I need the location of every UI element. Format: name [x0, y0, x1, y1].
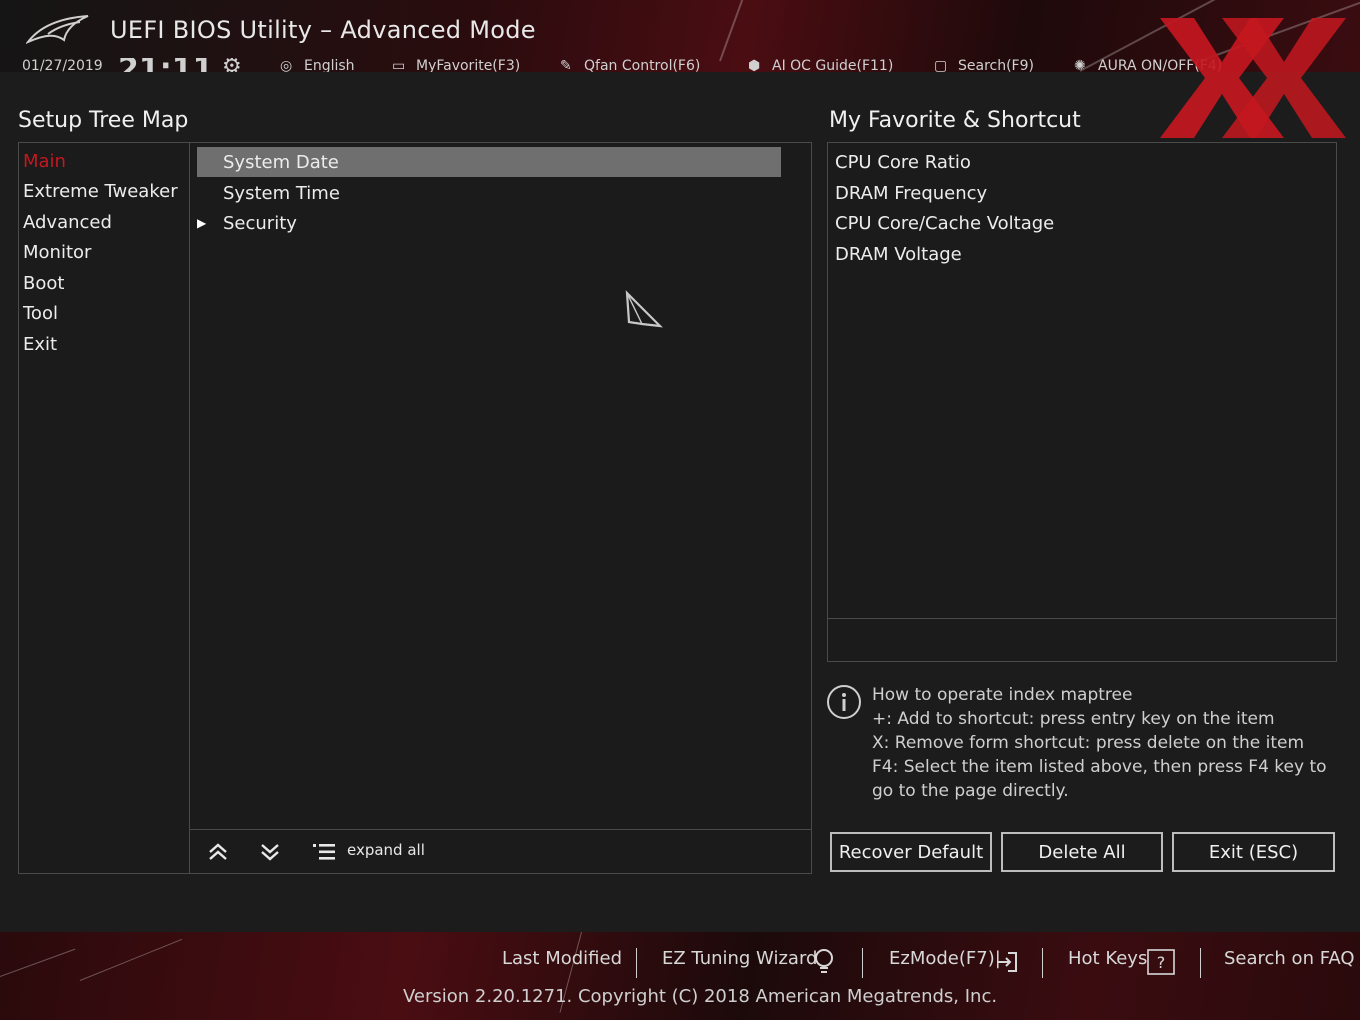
expand-down-icon[interactable]	[258, 840, 282, 864]
lightbulb-icon[interactable]	[812, 948, 836, 976]
exit-button[interactable]: Exit (ESC)	[1172, 832, 1335, 872]
subitem-system-time[interactable]: System Time	[223, 183, 340, 204]
hot-keys-button[interactable]: Hot Keys	[1068, 948, 1147, 969]
info-line: X: Remove form shortcut: press delete on…	[872, 733, 1305, 753]
my-favorite-button[interactable]: MyFavorite(F3)	[416, 58, 520, 72]
recover-default-button[interactable]: Recover Default	[830, 832, 992, 872]
exit-arrow-icon[interactable]	[996, 951, 1018, 973]
header-bar: UEFI BIOS Utility – Advanced Mode 01/27/…	[0, 0, 1360, 72]
header-streak	[719, 0, 776, 62]
bottom-separator	[1042, 948, 1043, 978]
delete-all-button[interactable]: Delete All	[1001, 832, 1163, 872]
search-icon: ▢	[934, 58, 948, 72]
last-modified-button[interactable]: Last Modified	[502, 948, 622, 969]
favorite-cpu-core-ratio[interactable]: CPU Core Ratio	[835, 152, 971, 173]
bottom-separator	[636, 948, 637, 978]
tree-menu-advanced[interactable]: Advanced	[23, 212, 112, 233]
info-line: go to the page directly.	[872, 781, 1069, 801]
language-button[interactable]: English	[304, 58, 355, 72]
header-toolbar: 01/27/2019 21:11 ⚙ ◎ English ▭ MyFavorit…	[22, 58, 1262, 72]
qfan-control-button[interactable]: Qfan Control(F6)	[584, 58, 700, 72]
help-question-icon[interactable]: ?	[1147, 949, 1175, 975]
subitem-system-date[interactable]: System Date	[223, 152, 339, 173]
mouse-cursor-icon	[625, 290, 663, 328]
favorites-title: My Favorite & Shortcut	[829, 108, 1081, 133]
tree-menu: Main Extreme Tweaker Advanced Monitor Bo…	[19, 143, 190, 873]
search-on-faq-button[interactable]: Search on FAQ	[1224, 948, 1355, 969]
date-display: 01/27/2019	[22, 58, 103, 72]
bottom-separator	[1200, 948, 1201, 978]
app-title: UEFI BIOS Utility – Advanced Mode	[110, 16, 536, 44]
favorite-dram-frequency[interactable]: DRAM Frequency	[835, 183, 987, 204]
gear-icon[interactable]: ⚙	[222, 58, 242, 72]
aioc-icon: ⬢	[748, 58, 761, 72]
bottom-separator	[862, 948, 863, 978]
svg-text:?: ?	[1157, 953, 1166, 972]
favorites-divider	[828, 618, 1336, 619]
tree-menu-main[interactable]: Main	[23, 151, 66, 172]
bottom-streak	[79, 938, 183, 981]
xx-watermark-logo	[1160, 18, 1346, 138]
expand-all-label[interactable]: expand all	[347, 841, 425, 859]
setup-tree-panel: Main Extreme Tweaker Advanced Monitor Bo…	[18, 142, 812, 874]
time-display: 21:11	[118, 58, 214, 72]
expand-arrow-icon[interactable]: ▶	[197, 216, 206, 230]
info-icon	[827, 685, 861, 719]
bottom-bar: Last Modified EZ Tuning Wizard EzMode(F7…	[0, 932, 1360, 1020]
favorites-panel: CPU Core Ratio DRAM Frequency CPU Core/C…	[827, 142, 1337, 662]
subitem-security[interactable]: Security	[223, 213, 297, 234]
collapse-up-icon[interactable]	[206, 840, 230, 864]
ez-tuning-wizard-button[interactable]: EZ Tuning Wizard	[662, 948, 817, 969]
globe-icon: ◎	[280, 58, 293, 72]
tree-menu-tool[interactable]: Tool	[23, 303, 58, 324]
tree-footer: expand all	[190, 829, 811, 874]
tree-menu-boot[interactable]: Boot	[23, 273, 64, 294]
info-line: F4: Select the item listed above, then p…	[872, 757, 1327, 777]
version-text: Version 2.20.1271. Copyright (C) 2018 Am…	[403, 986, 998, 1007]
fan-icon: ✎	[560, 58, 572, 72]
rog-logo	[26, 15, 89, 44]
tree-menu-monitor[interactable]: Monitor	[23, 242, 91, 263]
aura-icon: ✺	[1074, 58, 1086, 72]
bottom-streak	[0, 948, 76, 977]
favorite-dram-voltage[interactable]: DRAM Voltage	[835, 244, 962, 265]
search-button[interactable]: Search(F9)	[958, 58, 1034, 72]
expand-all-icon[interactable]	[312, 840, 336, 864]
tree-menu-extreme-tweaker[interactable]: Extreme Tweaker	[23, 181, 178, 202]
tree-subitems: System Date System Time ▶ Security expan…	[190, 143, 811, 873]
favorite-cpu-core-cache-voltage[interactable]: CPU Core/Cache Voltage	[835, 213, 1054, 234]
ezmode-button[interactable]: EzMode(F7)|	[889, 948, 1001, 969]
setup-tree-title: Setup Tree Map	[18, 108, 189, 133]
info-line: +: Add to shortcut: press entry key on t…	[872, 709, 1275, 729]
favorite-icon: ▭	[392, 58, 406, 72]
tree-menu-exit[interactable]: Exit	[23, 334, 57, 355]
ai-oc-guide-button[interactable]: AI OC Guide(F11)	[772, 58, 893, 72]
info-line: How to operate index maptree	[872, 685, 1133, 705]
